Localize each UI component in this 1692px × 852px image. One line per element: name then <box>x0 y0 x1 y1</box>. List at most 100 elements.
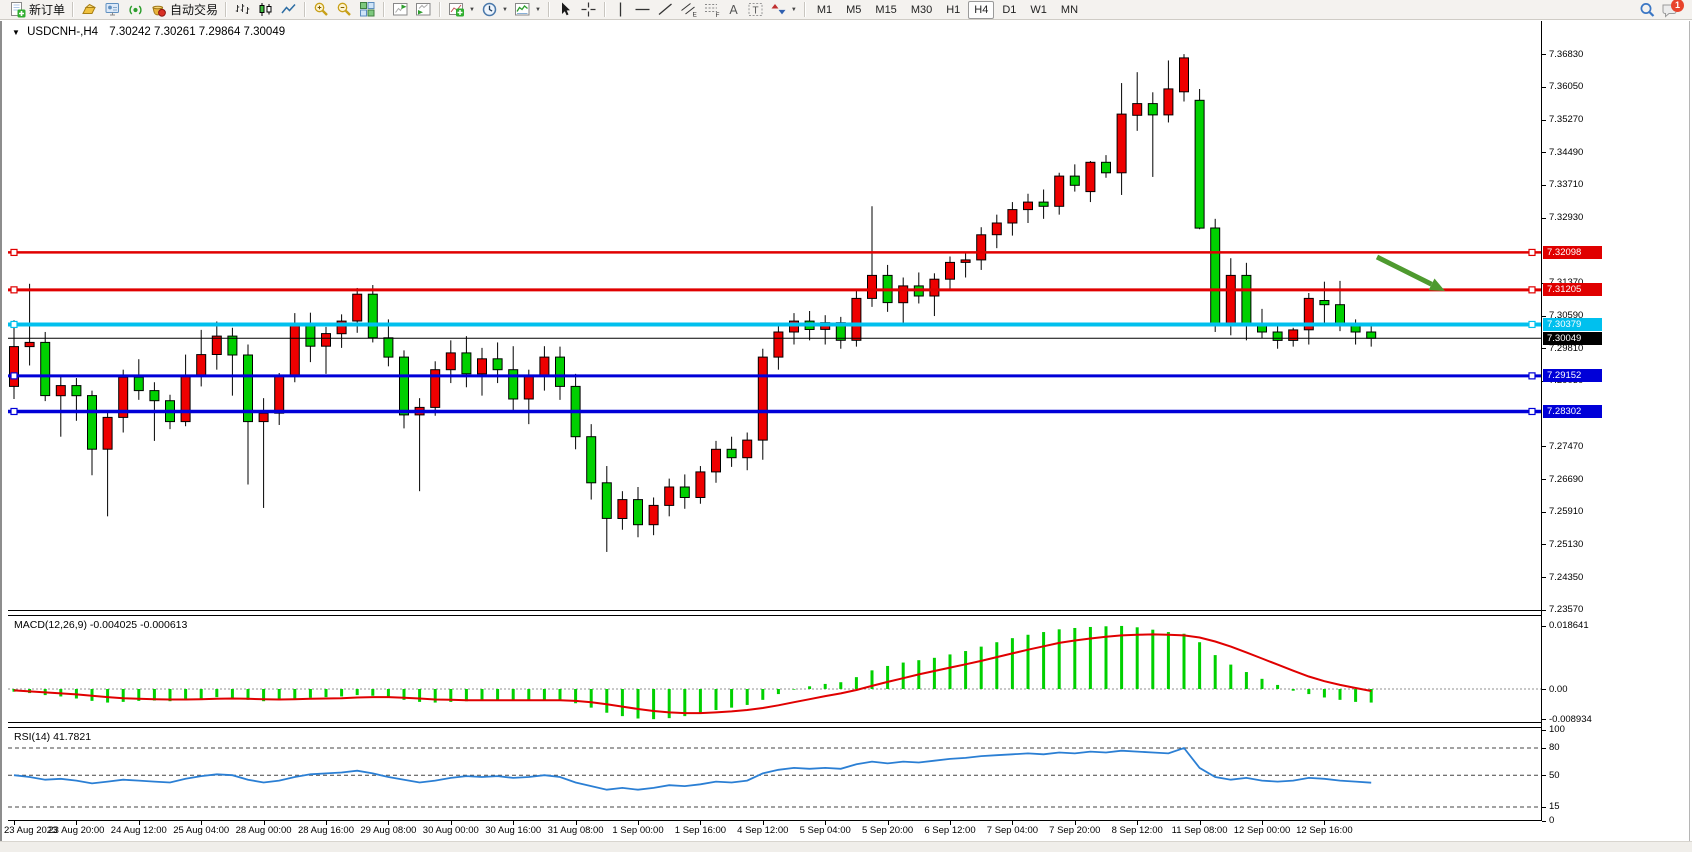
price-tick-label: 7.36830 <box>1549 49 1583 60</box>
label-tool-button[interactable]: T <box>744 1 767 19</box>
channel-button[interactable]: E <box>677 1 700 19</box>
candle-down <box>72 386 81 396</box>
trendline-button[interactable] <box>654 1 677 19</box>
dropdown-caret-icon: ▼ <box>535 7 541 13</box>
candle-up <box>1008 210 1017 223</box>
autotrade-label: 自动交易 <box>170 1 218 18</box>
candle-up <box>1086 162 1095 191</box>
indicators-button[interactable]: ▼ <box>445 1 478 19</box>
toolbar-separator <box>72 2 74 17</box>
price-axis-tick <box>1542 610 1546 611</box>
arrows-tool-button[interactable]: ▼ <box>767 1 800 19</box>
time-axis-label: 31 Aug 08:00 <box>548 825 604 836</box>
bar-chart-icon <box>234 1 251 18</box>
signal-button[interactable] <box>124 1 147 19</box>
price-axis-tick <box>1542 185 1546 186</box>
chart-collapse-icon[interactable]: ▼ <box>12 28 20 37</box>
mt4-application: 新订单 自动交易 ▼ ▼ ▼ E F A T ▼ <box>0 0 1692 852</box>
arrows-tool-icon <box>770 1 787 18</box>
time-axis-label: 5 Sep 20:00 <box>862 825 913 836</box>
line-chart-button[interactable] <box>277 1 300 19</box>
timeframe-button-H4[interactable]: H4 <box>968 1 994 19</box>
candle-up <box>1055 176 1064 206</box>
horizontal-line-icon <box>634 1 651 18</box>
tile-windows-button[interactable] <box>356 1 379 19</box>
time-axis-label: 7 Sep 20:00 <box>1049 825 1100 836</box>
candle-up <box>649 505 658 524</box>
macd-panel-canvas[interactable] <box>8 615 1541 723</box>
candle-down <box>680 487 689 498</box>
timeframe-button-H1[interactable]: H1 <box>940 1 966 19</box>
price-axis-tick <box>1542 87 1546 88</box>
gold-button[interactable] <box>78 1 101 19</box>
timeframe-button-M15[interactable]: M15 <box>869 1 902 19</box>
new-order-label: 新订单 <box>29 1 65 18</box>
timeframe-button-W1[interactable]: W1 <box>1024 1 1053 19</box>
new-order-button[interactable]: 新订单 <box>6 1 68 19</box>
rsi-panel-canvas[interactable] <box>8 727 1541 821</box>
candle-up <box>1117 114 1126 173</box>
candle-up <box>961 260 970 263</box>
cursor-icon <box>557 1 574 18</box>
rsi-axis-tick <box>1542 748 1546 749</box>
time-axis-label: 25 Aug 04:00 <box>173 825 229 836</box>
timeframe-button-M1[interactable]: M1 <box>811 1 838 19</box>
time-axis-label: 30 Aug 00:00 <box>423 825 479 836</box>
line-handle <box>11 249 17 255</box>
time-axis-label: 5 Sep 04:00 <box>800 825 851 836</box>
price-axis-tick <box>1542 544 1546 545</box>
chart-shift-button[interactable] <box>389 1 412 19</box>
timeframe-button-M30[interactable]: M30 <box>905 1 938 19</box>
zoom-out-button[interactable] <box>333 1 356 19</box>
price-tick-label: 7.35270 <box>1549 114 1583 125</box>
candle-down <box>602 483 611 519</box>
tile-windows-icon <box>359 1 376 18</box>
bar-chart-button[interactable] <box>231 1 254 19</box>
svg-text:F: F <box>715 12 719 18</box>
main-chart-canvas[interactable] <box>8 21 1541 611</box>
macd-axis-tick <box>1542 689 1546 690</box>
auto-scroll-button[interactable] <box>412 1 435 19</box>
candle-down <box>368 294 377 338</box>
timeframe-button-MN[interactable]: MN <box>1055 1 1084 19</box>
text-tool-button[interactable]: A <box>723 1 744 19</box>
market-watch-button[interactable] <box>101 1 124 19</box>
time-axis-label: 8 Sep 12:00 <box>1112 825 1163 836</box>
macd-axis-tick <box>1542 626 1546 627</box>
window-right-border <box>1689 21 1690 852</box>
candle-down <box>306 324 315 347</box>
svg-text:E: E <box>692 12 697 19</box>
candlestick-button[interactable] <box>254 1 277 19</box>
candle-down <box>1070 176 1079 185</box>
vertical-line-button[interactable] <box>610 1 631 19</box>
autotrade-button[interactable]: 自动交易 <box>147 1 221 19</box>
fibonacci-icon: F <box>703 1 720 18</box>
candle-down <box>150 391 159 401</box>
templates-button[interactable]: ▼ <box>511 1 544 19</box>
status-strip <box>0 841 1692 852</box>
horizontal-line-button[interactable] <box>631 1 654 19</box>
search-icon <box>1638 1 1657 19</box>
candle-down <box>1148 104 1157 115</box>
candle-up <box>197 355 206 376</box>
fibonacci-button[interactable]: F <box>700 1 723 19</box>
crosshair-button[interactable] <box>577 1 600 19</box>
search-button[interactable] <box>1635 1 1660 19</box>
periods-button[interactable]: ▼ <box>478 1 511 19</box>
macd-indicator-label: MACD(12,26,9) -0.004025 -0.000613 <box>14 619 187 631</box>
cursor-button[interactable] <box>554 1 577 19</box>
timeframe-button-M5[interactable]: M5 <box>840 1 867 19</box>
time-axis-label: 6 Sep 12:00 <box>924 825 975 836</box>
time-axis-label: 1 Sep 00:00 <box>612 825 663 836</box>
candle-down <box>556 357 565 386</box>
candle-up <box>1226 275 1235 324</box>
timeframe-button-D1[interactable]: D1 <box>996 1 1022 19</box>
candle-up <box>10 347 19 387</box>
indicators-icon <box>448 1 465 18</box>
notifications-button[interactable]: 1 <box>1660 1 1682 19</box>
time-axis-label: 12 Sep 16:00 <box>1296 825 1353 836</box>
macd-axis-tick <box>1542 719 1546 720</box>
zoom-in-button[interactable] <box>310 1 333 19</box>
candle-down <box>400 357 409 415</box>
time-axis-label: 23 Aug 20:00 <box>48 825 104 836</box>
